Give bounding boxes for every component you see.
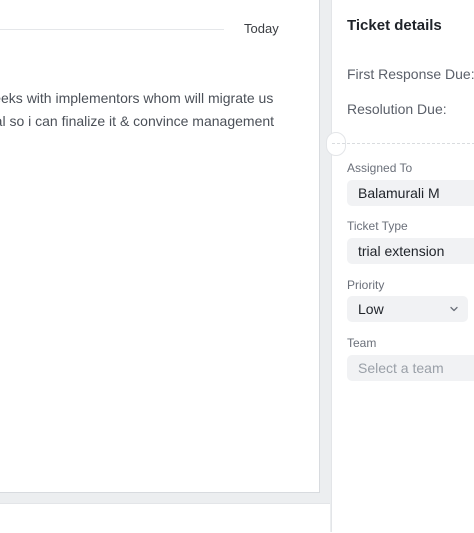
ticket-details-panel: Ticket details First Response Due: Resol…: [326, 0, 474, 532]
reply-bar[interactable]: [0, 503, 330, 533]
assigned-to-field[interactable]: Balamurali M: [347, 180, 474, 206]
ticket-type-field[interactable]: trial extension: [347, 238, 474, 264]
ticket-type-value: trial extension: [358, 243, 445, 259]
resolution-due-label: Resolution Due:: [347, 101, 447, 117]
priority-value: Low: [358, 301, 384, 317]
panel-collapse-handle[interactable]: [326, 132, 346, 156]
message-line-2: over from our old system. We need a few …: [0, 113, 275, 129]
team-placeholder: Select a team: [358, 360, 444, 376]
assigned-to-value: Balamurali M: [358, 185, 440, 201]
ticket-type-label: Ticket Type: [347, 219, 408, 233]
date-divider-label: Today: [244, 21, 279, 36]
panel-title: Ticket details: [347, 17, 442, 34]
conversation-area: Today Hi! We're reaching out for an exte…: [0, 0, 331, 533]
date-divider-line: [0, 29, 224, 30]
chevron-down-icon: [450, 306, 458, 312]
section-divider: [332, 143, 474, 144]
team-select[interactable]: Select a team: [347, 355, 474, 381]
first-response-due-label: First Response Due:: [347, 66, 474, 82]
conversation-card: Today Hi! We're reaching out for an exte…: [0, 0, 320, 493]
priority-select[interactable]: Low: [347, 296, 468, 322]
assigned-to-label: Assigned To: [347, 161, 413, 175]
message-line-1: Hi! We're reaching out for an extension …: [0, 90, 274, 106]
team-label: Team: [347, 336, 377, 350]
conversation-viewport: Today Hi! We're reaching out for an exte…: [0, 0, 319, 492]
priority-label: Priority: [347, 278, 385, 292]
